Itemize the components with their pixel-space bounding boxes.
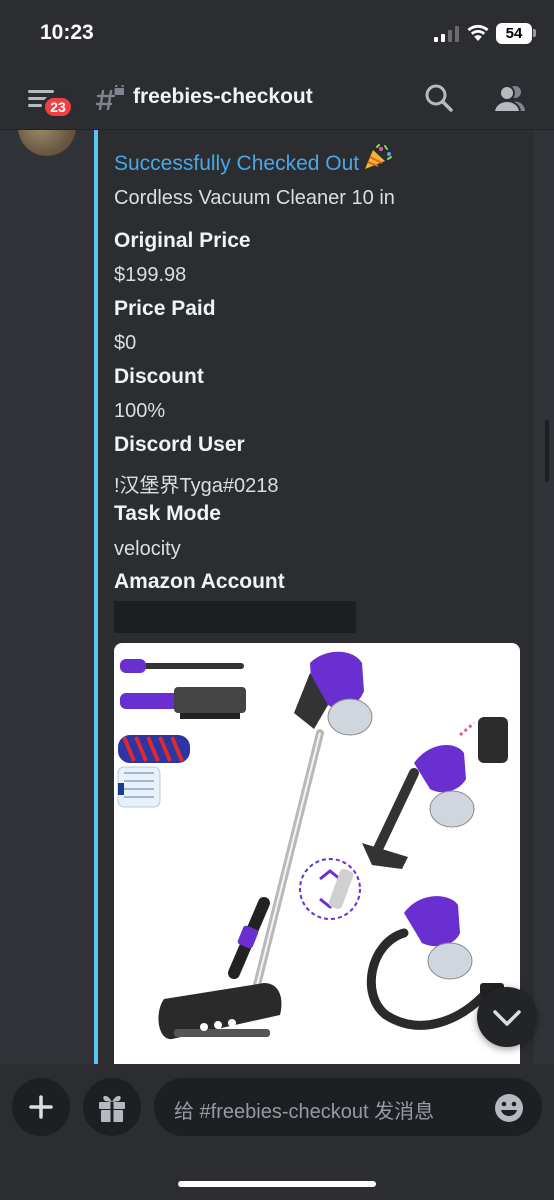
add-attachment-button[interactable] [12, 1078, 70, 1136]
embed-title-text: Successfully Checked Out [114, 152, 360, 175]
field-name: Task Mode [114, 502, 221, 525]
search-icon[interactable] [424, 83, 454, 113]
message-placeholder: 给 #freebies-checkout 发消息 [174, 1101, 435, 1123]
clock: 10:23 [40, 21, 94, 44]
cellular-signal-icon [434, 26, 459, 42]
channel-header: 23 freebies-checkout [0, 66, 554, 130]
channel-name: freebies-checkout [133, 85, 313, 108]
checkout-embed: Successfully Checked Out Cordless Vacuum… [94, 130, 534, 1064]
jump-to-latest-button[interactable] [477, 987, 537, 1047]
emoji-icon[interactable] [493, 1092, 525, 1124]
message-input[interactable]: 给 #freebies-checkout 发消息 [154, 1078, 542, 1136]
redacted-spoiler[interactable] [114, 601, 356, 633]
message-composer: 给 #freebies-checkout 发消息 [0, 1064, 554, 1200]
unread-badge: 23 [42, 95, 74, 119]
field-name: Discount [114, 365, 204, 388]
plus-icon [29, 1095, 53, 1119]
vacuum-illustration [117, 651, 508, 1040]
field-value: 100% [114, 400, 166, 422]
status-bar: 10:23 54 [0, 0, 554, 66]
field-name: Discord User [114, 433, 245, 456]
battery-level: 54 [496, 23, 532, 44]
members-icon[interactable] [493, 83, 527, 113]
gift-button[interactable] [83, 1078, 141, 1136]
message-list[interactable]: Successfully Checked Out Cordless Vacuum… [0, 130, 554, 1064]
wifi-icon [467, 24, 489, 41]
scrollbar[interactable] [545, 420, 549, 482]
product-image[interactable] [114, 643, 520, 1064]
party-popper-icon [365, 144, 393, 169]
field-value: $199.98 [114, 264, 187, 286]
field-value: velocity [114, 538, 181, 560]
field-value: $0 [114, 332, 137, 354]
chevron-down-icon [493, 1010, 521, 1026]
embed-title[interactable]: Successfully Checked Out [114, 144, 393, 176]
embed-description: Cordless Vacuum Cleaner 10 in [114, 187, 395, 209]
field-name: Price Paid [114, 297, 216, 320]
gift-icon [99, 1095, 125, 1122]
channel-thread-icon [96, 85, 124, 111]
field-name: Original Price [114, 229, 251, 252]
avatar[interactable] [18, 130, 76, 156]
field-value: !汉堡界Tyga#0218 [114, 475, 279, 497]
field-name: Amazon Account [114, 570, 285, 593]
battery-tip [533, 29, 536, 37]
home-indicator[interactable] [178, 1181, 376, 1187]
